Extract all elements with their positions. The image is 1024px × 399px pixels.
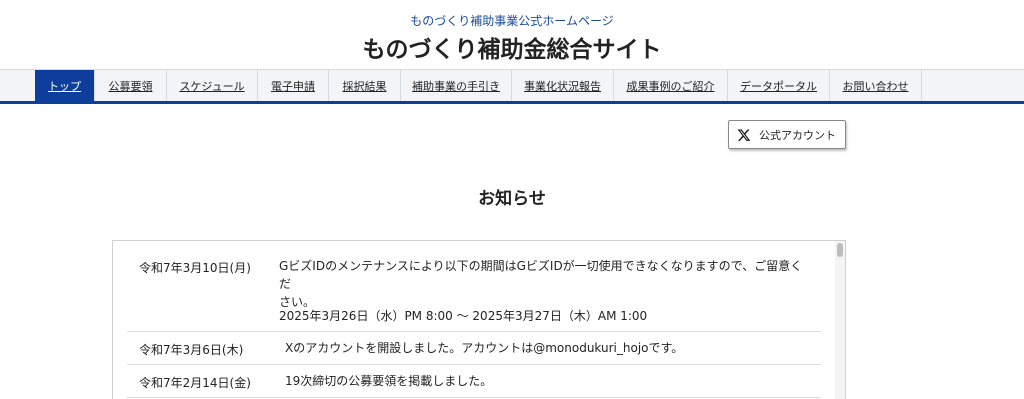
global-nav: トップ 公募要領 スケジュール 電子申請 採択結果 補助事業の手引き 事業化状況… bbox=[0, 69, 1024, 104]
news-list[interactable]: 令和7年3月10日(月) GビズIDのメンテナンスにより以下の期間はGビズIDが… bbox=[112, 240, 846, 399]
news-text-line: GビズIDのメンテナンスにより以下の期間はGビズIDが一切使用できなくなりますの… bbox=[279, 259, 803, 291]
news-date: 令和7年3月6日(木) bbox=[139, 343, 244, 357]
x-logo-icon bbox=[737, 128, 751, 141]
nav-underline bbox=[0, 101, 1024, 104]
news-text: GビズIDのメンテナンスにより以下の期間はGビズIDが一切使用できなくなりますの… bbox=[279, 257, 809, 311]
nav-item-guidelines[interactable]: 公募要領 bbox=[95, 70, 167, 102]
x-official-account-button[interactable]: 公式アカウント bbox=[728, 120, 846, 149]
site-subtitle: ものづくり補助事業公式ホームページ bbox=[410, 14, 614, 28]
nav-item-results[interactable]: 採択結果 bbox=[329, 70, 401, 102]
news-scrollbar[interactable] bbox=[835, 241, 845, 399]
news-text: Xのアカウントを開設しました。アカウントは@monodukuri_hojoです。 bbox=[285, 341, 684, 355]
nav-item-e-application[interactable]: 電子申請 bbox=[258, 70, 329, 102]
news-heading: お知らせ bbox=[478, 189, 546, 209]
news-date: 令和7年3月10日(月) bbox=[139, 261, 251, 275]
site-header: ものづくり補助事業公式ホームページ ものづくり補助金総合サイト bbox=[0, 0, 1024, 69]
news-text: 19次締切の公募要領を掲載しました。 bbox=[285, 374, 493, 388]
news-date: 令和7年2月14日(金) bbox=[139, 376, 251, 390]
news-scroll-thumb[interactable] bbox=[837, 243, 843, 257]
site-title[interactable]: ものづくり補助金総合サイト bbox=[0, 30, 1024, 64]
nav-item-schedule[interactable]: スケジュール bbox=[167, 70, 258, 102]
nav-item-contact[interactable]: お問い合わせ bbox=[830, 70, 922, 102]
nav-item-handbook[interactable]: 補助事業の手引き bbox=[401, 70, 512, 102]
nav-item-data-portal[interactable]: データポータル bbox=[728, 70, 830, 102]
x-account-label: 公式アカウント bbox=[759, 128, 836, 142]
news-maintenance-period: 2025年3月26日（水）PM 8:00 〜 2025年3月27日（木）AM 1… bbox=[279, 309, 648, 323]
nav-item-case-studies[interactable]: 成果事例のご紹介 bbox=[614, 70, 728, 102]
nav-item-status-report[interactable]: 事業化状況報告 bbox=[512, 70, 614, 102]
news-item: 令和7年2月14日(金) 19次締切の公募要領を掲載しました。 bbox=[127, 365, 821, 398]
news-item: 令和7年3月6日(木) Xのアカウントを開設しました。アカウントは@monodu… bbox=[127, 332, 821, 365]
news-item: 令和7年3月10日(月) GビズIDのメンテナンスにより以下の期間はGビズIDが… bbox=[127, 241, 821, 332]
nav-list: トップ 公募要領 スケジュール 電子申請 採択結果 補助事業の手引き 事業化状況… bbox=[35, 70, 922, 102]
nav-item-top[interactable]: トップ bbox=[35, 70, 95, 102]
